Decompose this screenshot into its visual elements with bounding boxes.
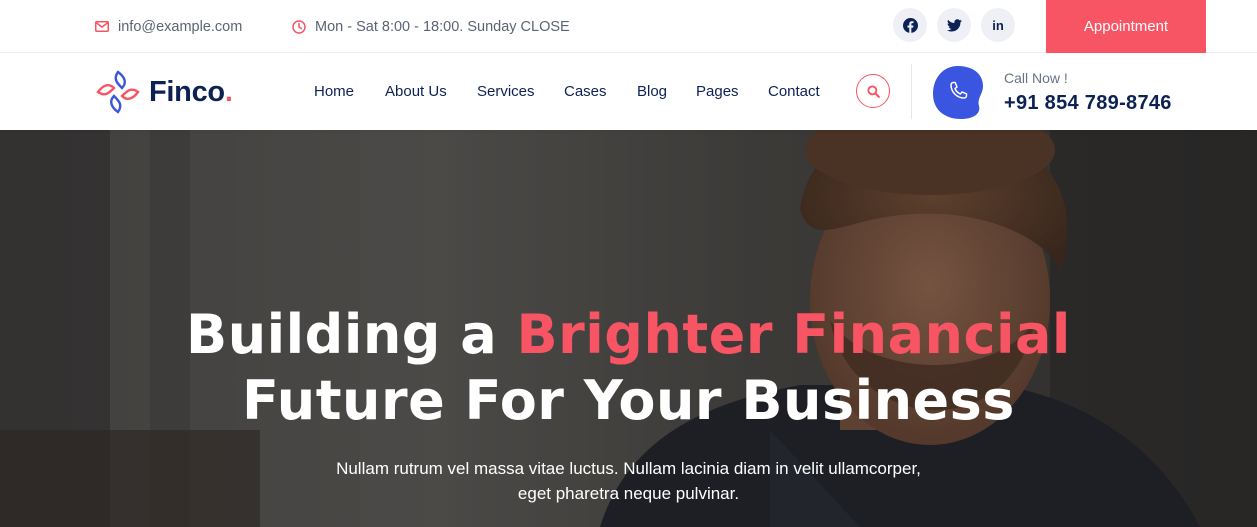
nav-home[interactable]: Home — [314, 53, 354, 130]
phone-number[interactable]: +91 854 789-8746 — [1004, 92, 1172, 115]
linkedin-link[interactable]: in — [981, 8, 1015, 42]
top-bar: info@example.com Mon - Sat 8:00 - 18:00.… — [0, 0, 1257, 53]
twitter-link[interactable] — [937, 8, 971, 42]
nav-services[interactable]: Services — [477, 53, 535, 130]
mail-icon — [95, 21, 109, 32]
logo-text: Finco. — [149, 75, 233, 108]
search-button[interactable] — [856, 74, 890, 108]
header-divider — [911, 64, 912, 119]
hero-subtitle: Nullam rutrum vel massa vitae luctus. Nu… — [0, 456, 1257, 506]
appointment-button[interactable]: Appointment — [1046, 0, 1206, 53]
clock-icon — [292, 19, 306, 34]
nav-cases[interactable]: Cases — [564, 53, 607, 130]
hero-section: Building a Brighter Financial Future For… — [0, 130, 1257, 527]
hero-title-highlight: Brighter Financial — [516, 303, 1071, 366]
twitter-icon — [946, 18, 962, 31]
logo-mark-icon — [96, 70, 140, 114]
main-header: Finco. Home About Us Services Cases Blog… — [0, 53, 1257, 130]
facebook-link[interactable] — [893, 8, 927, 42]
working-hours: Mon - Sat 8:00 - 18:00. Sunday CLOSE — [292, 0, 570, 53]
nav-contact[interactable]: Contact — [768, 53, 820, 130]
logo[interactable]: Finco. — [95, 68, 233, 116]
hero-title: Building a Brighter Financial Future For… — [0, 302, 1257, 434]
hero-subtitle-line1: Nullam rutrum vel massa vitae luctus. Nu… — [336, 459, 921, 478]
call-button[interactable] — [931, 64, 985, 120]
email-text: info@example.com — [118, 18, 243, 35]
contact-email[interactable]: info@example.com — [95, 0, 242, 53]
nav-pages[interactable]: Pages — [696, 53, 739, 130]
hero-title-part1: Building a — [186, 303, 517, 366]
nav-blog[interactable]: Blog — [637, 53, 667, 130]
linkedin-icon: in — [992, 17, 1004, 33]
hours-text: Mon - Sat 8:00 - 18:00. Sunday CLOSE — [315, 18, 570, 35]
hero-title-line2: Future For Your Business — [242, 369, 1015, 432]
facebook-icon — [902, 17, 918, 33]
call-now-label: Call Now ! — [1004, 70, 1068, 86]
search-icon — [866, 84, 880, 98]
nav-about-us[interactable]: About Us — [385, 53, 447, 130]
hero-subtitle-line2: eget pharetra neque pulvinar. — [517, 484, 740, 503]
phone-icon — [933, 66, 983, 119]
